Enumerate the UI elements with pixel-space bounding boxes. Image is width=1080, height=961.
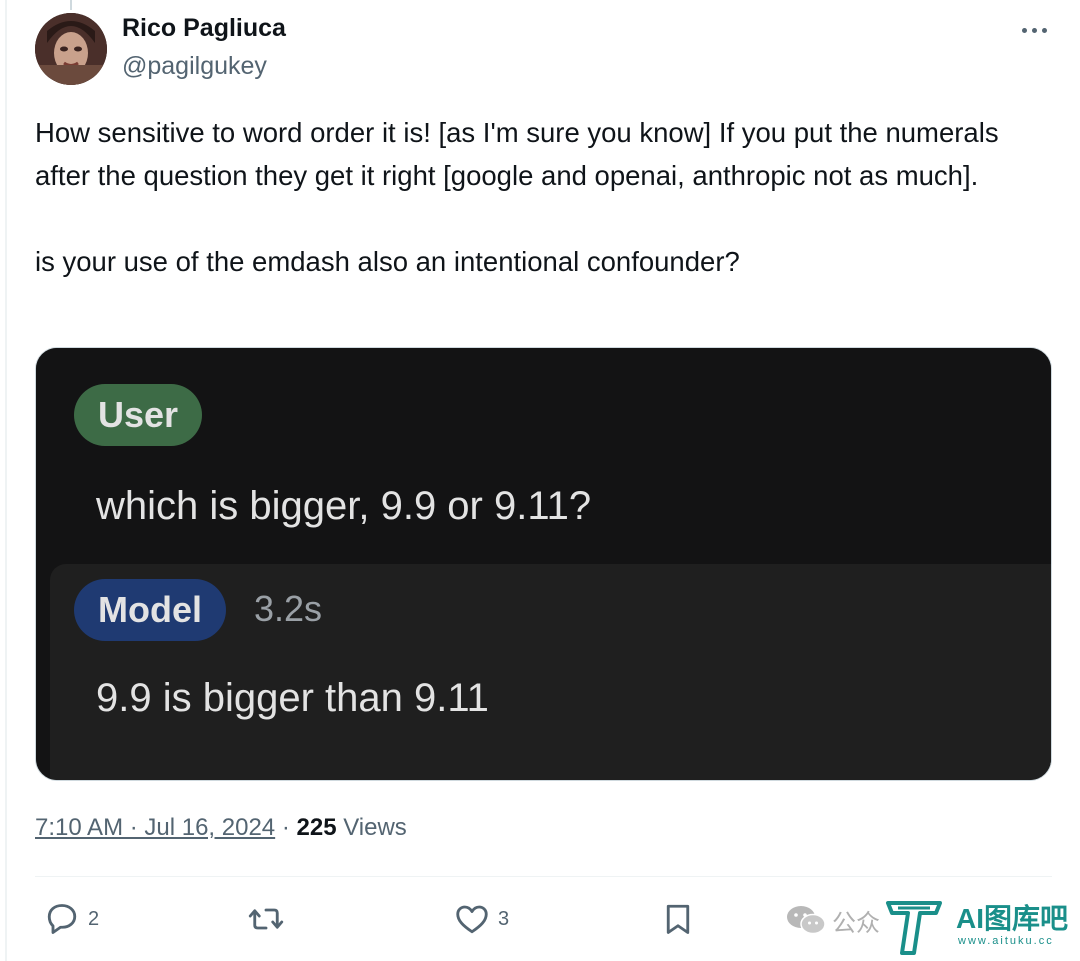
aituku-logo-icon [886,901,942,955]
views-count: 225 [296,814,337,841]
watermark-brand: AI图库吧 [956,903,1069,934]
tweet-meta: 7:10 AM · Jul 16, 2024 · 225 Views [35,814,407,842]
user-role-pill: User [74,384,203,446]
tweet-media-image[interactable]: User which is bigger, 9.9 or 9.11? Model… [35,347,1052,781]
author-name[interactable]: Rico Pagliuca [122,14,286,43]
tweet-text: How sensitive to word order it is! [as I… [35,117,999,277]
repost-button[interactable] [248,897,284,941]
reply-icon [47,904,77,934]
avatar[interactable] [35,13,107,85]
more-dot-icon [1041,27,1047,33]
wechat-icon [787,906,826,935]
user-prompt-text: which is bigger, 9.9 or 9.11? [96,484,592,528]
user-message-block: User which is bigger, 9.9 or 9.11? [36,348,1051,564]
more-dot-icon [1021,27,1027,33]
response-timing: 3.2s [254,588,323,629]
like-button[interactable]: 3 [454,897,509,941]
bookmark-icon [666,904,690,934]
model-role-pill: Model [74,579,226,641]
more-options-button[interactable] [1014,14,1054,46]
reply-count: 2 [88,907,100,930]
avatar-photo [35,13,107,85]
watermark: 公众 AI图库吧 www.aituku.cc [786,895,1068,955]
watermark-url: www.aituku.cc [958,935,1054,947]
meta-separator: · [281,814,290,841]
reply-button[interactable]: 2 [44,897,99,941]
like-count: 3 [498,907,510,930]
model-answer-text: 9.9 is bigger than 9.11 [96,676,489,720]
more-dot-icon [1031,27,1037,33]
views-label: Views [343,814,407,841]
model-response-block: Model 3.2s 9.9 is bigger than 9.11 [50,564,1051,780]
thread-rail [5,0,7,961]
watermark-partial-text: 公众 [832,909,880,937]
action-divider [35,876,1052,877]
bookmark-button[interactable] [660,897,696,941]
heart-icon [456,905,488,934]
timestamp-link[interactable]: 7:10 AM · Jul 16, 2024 [35,814,275,841]
repost-icon [248,908,284,930]
author-handle[interactable]: @pagilgukey [122,52,267,81]
thread-connector [70,0,72,10]
